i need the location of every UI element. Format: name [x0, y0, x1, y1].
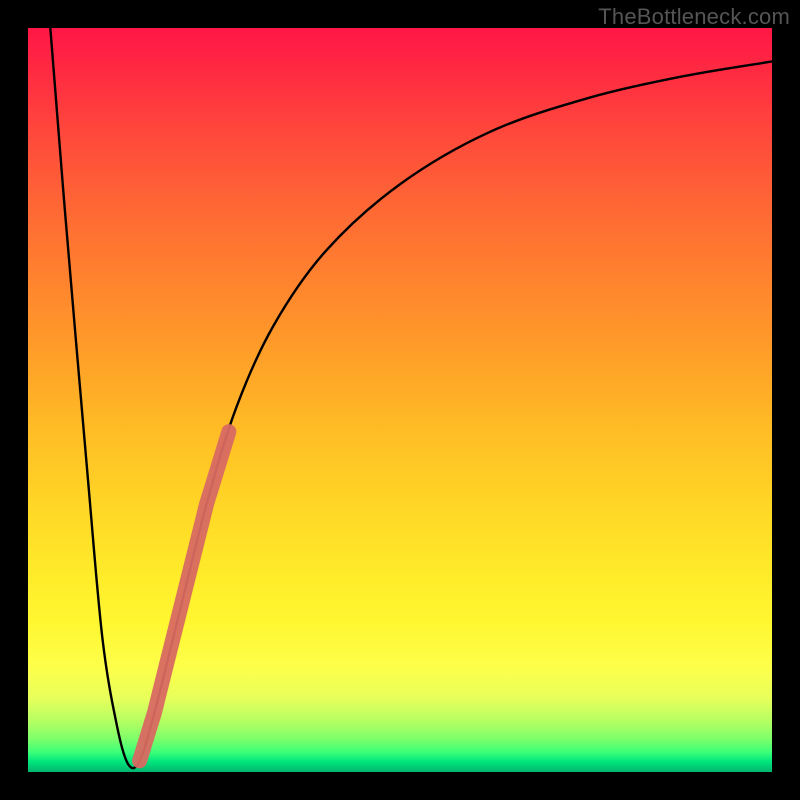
highlight-segment: [140, 432, 229, 761]
chart-svg: [28, 28, 772, 772]
attribution-text: TheBottleneck.com: [598, 4, 790, 30]
curve-bottleneck-curve: [50, 28, 772, 768]
chart-frame: TheBottleneck.com: [0, 0, 800, 800]
